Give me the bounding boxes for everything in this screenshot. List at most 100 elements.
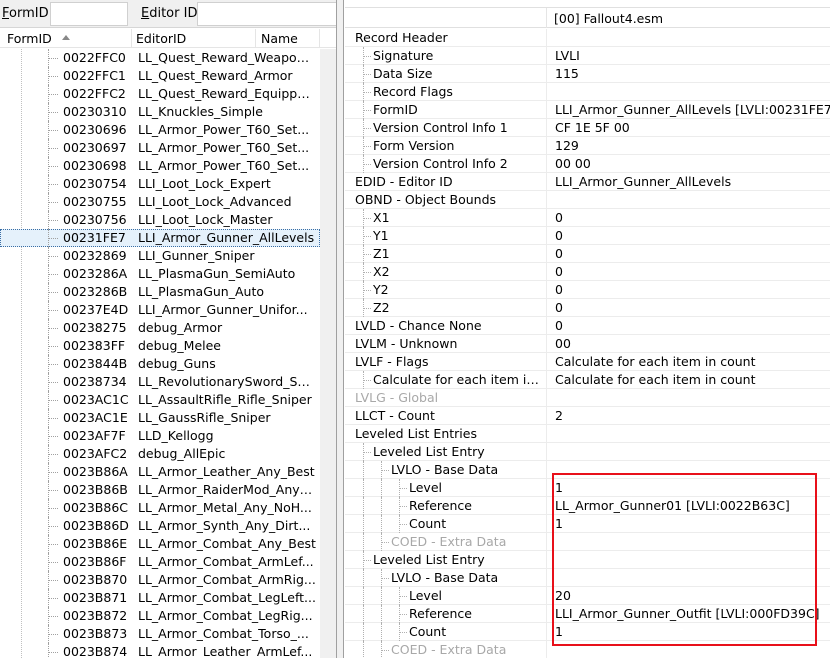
- detail-row[interactable]: COED - Extra Data: [345, 641, 830, 658]
- detail-row[interactable]: LVLF - Flags Calculate for each item in c…: [345, 353, 830, 371]
- detail-row[interactable]: Record Flags: [345, 83, 830, 101]
- detail-row[interactable]: FormID LLI_Armor_Gunner_AllLevels [LVLI:0…: [345, 101, 830, 119]
- record-row[interactable]: 00230698 LL_Armor_Power_T60_Set...: [0, 157, 320, 175]
- record-row[interactable]: 00230697 LL_Armor_Power_T60_Set...: [0, 139, 320, 157]
- record-row[interactable]: 0023B86B LL_Armor_RaiderMod_Any_...: [0, 481, 320, 499]
- record-row[interactable]: 0022FFC2 LL_Quest_Reward_Equippable: [0, 85, 320, 103]
- detail-value[interactable]: 20: [555, 588, 571, 603]
- column-formid[interactable]: FormID: [7, 31, 52, 46]
- record-row[interactable]: 0023B873 LL_Armor_Combat_Torso_...: [0, 625, 320, 643]
- record-row[interactable]: 0023844B debug_Guns: [0, 355, 320, 373]
- detail-value[interactable]: 0: [555, 246, 563, 261]
- detail-value[interactable]: 1: [555, 624, 563, 639]
- record-row[interactable]: 00230755 LLI_Loot_Lock_Advanced: [0, 193, 320, 211]
- detail-value[interactable]: 00: [555, 336, 571, 351]
- detail-row[interactable]: Level 20: [345, 587, 830, 605]
- record-row[interactable]: 00231FE7 LLI_Armor_Gunner_AllLevels: [0, 229, 320, 247]
- detail-row[interactable]: Count 1: [345, 623, 830, 641]
- record-row[interactable]: 0023B871 LL_Armor_Combat_LegLeft...: [0, 589, 320, 607]
- detail-value[interactable]: Calculate for each item in count: [555, 354, 755, 369]
- record-row[interactable]: 0022FFC0 LL_Quest_Reward_Weapon...: [0, 49, 320, 67]
- detail-value[interactable]: 0: [555, 282, 563, 297]
- record-row[interactable]: 0023B86F LL_Armor_Combat_ArmLef...: [0, 553, 320, 571]
- record-row[interactable]: 00230754 LLI_Loot_Lock_Expert: [0, 175, 320, 193]
- detail-row[interactable]: Version Control Info 1 CF 1E 5F 00: [345, 119, 830, 137]
- detail-row[interactable]: LLCT - Count 2: [345, 407, 830, 425]
- record-row[interactable]: 0023286A LL_PlasmaGun_SemiAuto: [0, 265, 320, 283]
- detail-row[interactable]: Level 1: [345, 479, 830, 497]
- detail-row[interactable]: Reference LL_Armor_Gunner01 [LVLI:0022B63…: [345, 497, 830, 515]
- pane-splitter[interactable]: [337, 0, 344, 658]
- record-row[interactable]: 0023B872 LL_Armor_Combat_LegRig...: [0, 607, 320, 625]
- record-row[interactable]: 00238734 LL_RevolutionarySword_Sh...: [0, 373, 320, 391]
- column-name[interactable]: Name: [261, 31, 298, 46]
- record-row[interactable]: 00230310 LL_Knuckles_Simple: [0, 103, 320, 121]
- detail-row[interactable]: LVLD - Chance None 0: [345, 317, 830, 335]
- detail-row[interactable]: Leveled List Entry: [345, 443, 830, 461]
- detail-row[interactable]: X2 0: [345, 263, 830, 281]
- record-row[interactable]: 0023B86E LL_Armor_Combat_Any_Best: [0, 535, 320, 553]
- editorid-filter-input[interactable]: [197, 2, 336, 26]
- detail-row[interactable]: Data Size 115: [345, 65, 830, 83]
- detail-value[interactable]: 0: [555, 228, 563, 243]
- detail-row[interactable]: Y2 0: [345, 281, 830, 299]
- detail-row[interactable]: OBND - Object Bounds: [345, 191, 830, 209]
- record-row[interactable]: 00238275 debug_Armor: [0, 319, 320, 337]
- detail-value[interactable]: LL_Armor_Gunner01 [LVLI:0022B63C]: [555, 498, 790, 513]
- detail-value[interactable]: LLI_Armor_Gunner_Outfit [LVLI:000FD39C]: [555, 606, 820, 621]
- record-row[interactable]: 00230696 LL_Armor_Power_T60_Set...: [0, 121, 320, 139]
- detail-value[interactable]: 0: [555, 300, 563, 315]
- detail-row[interactable]: LVLO - Base Data: [345, 461, 830, 479]
- detail-row[interactable]: Leveled List Entries: [345, 425, 830, 443]
- detail-value[interactable]: 2: [555, 408, 563, 423]
- detail-row[interactable]: COED - Extra Data: [345, 533, 830, 551]
- detail-row[interactable]: Form Version 129: [345, 137, 830, 155]
- detail-row[interactable]: Version Control Info 2 00 00: [345, 155, 830, 173]
- detail-value[interactable]: 00 00: [555, 156, 591, 171]
- record-row[interactable]: 002383FF debug_Melee: [0, 337, 320, 355]
- formid-filter-input[interactable]: [50, 2, 128, 26]
- detail-row[interactable]: Z1 0: [345, 245, 830, 263]
- record-row[interactable]: 00232869 LLI_Gunner_Sniper: [0, 247, 320, 265]
- record-list-scrollbar[interactable]: [320, 49, 336, 658]
- detail-row[interactable]: Calculate for each item in ... Calculate …: [345, 371, 830, 389]
- detail-value[interactable]: LVLI: [555, 48, 580, 63]
- record-row[interactable]: 0022FFC1 LL_Quest_Reward_Armor: [0, 67, 320, 85]
- record-row[interactable]: 0023AF7F LLD_Kellogg: [0, 427, 320, 445]
- record-row[interactable]: 0023B874 LL_Armor_Leather_ArmLef...: [0, 643, 320, 658]
- record-row[interactable]: 00230756 LLI_Loot_Lock_Master: [0, 211, 320, 229]
- detail-row[interactable]: Reference LLI_Armor_Gunner_Outfit [LVLI:0…: [345, 605, 830, 623]
- detail-value[interactable]: Calculate for each item in count: [555, 372, 755, 387]
- record-row[interactable]: 0023286B LL_PlasmaGun_Auto: [0, 283, 320, 301]
- detail-value[interactable]: 129: [555, 138, 579, 153]
- detail-value[interactable]: 1: [555, 480, 563, 495]
- detail-value[interactable]: 0: [555, 210, 563, 225]
- detail-row[interactable]: Signature LVLI: [345, 47, 830, 65]
- record-row[interactable]: 0023B86C LL_Armor_Metal_Any_NoH...: [0, 499, 320, 517]
- detail-row[interactable]: EDID - Editor ID LLI_Armor_Gunner_AllLeve…: [345, 173, 830, 191]
- record-row[interactable]: 0023B86D LL_Armor_Synth_Any_Dirt...: [0, 517, 320, 535]
- record-row[interactable]: 0023AFC2 debug_AllEpic: [0, 445, 320, 463]
- detail-row[interactable]: Count 1: [345, 515, 830, 533]
- detail-row[interactable]: Leveled List Entry: [345, 551, 830, 569]
- detail-row[interactable]: LVLO - Base Data: [345, 569, 830, 587]
- detail-row[interactable]: Z2 0: [345, 299, 830, 317]
- detail-value[interactable]: CF 1E 5F 00: [555, 120, 630, 135]
- detail-row[interactable]: Y1 0: [345, 227, 830, 245]
- detail-row[interactable]: LVLG - Global: [345, 389, 830, 407]
- record-row[interactable]: 0023B870 LL_Armor_Combat_ArmRig...: [0, 571, 320, 589]
- detail-row[interactable]: LVLM - Unknown 00: [345, 335, 830, 353]
- column-editorid[interactable]: EditorID: [136, 31, 186, 46]
- detail-value[interactable]: LLI_Armor_Gunner_AllLevels [LVLI:00231FE…: [555, 102, 830, 117]
- detail-value[interactable]: LLI_Armor_Gunner_AllLevels: [555, 174, 731, 189]
- detail-value[interactable]: 0: [555, 264, 563, 279]
- detail-row[interactable]: X1 0: [345, 209, 830, 227]
- detail-value[interactable]: 115: [555, 66, 579, 81]
- record-row[interactable]: 0023B86A LL_Armor_Leather_Any_Best: [0, 463, 320, 481]
- record-row[interactable]: 0023AC1C LL_AssaultRifle_Rifle_Sniper: [0, 391, 320, 409]
- record-row[interactable]: 0023AC1E LL_GaussRifle_Sniper: [0, 409, 320, 427]
- detail-value[interactable]: 0: [555, 318, 563, 333]
- detail-value[interactable]: 1: [555, 516, 563, 531]
- detail-row[interactable]: Record Header: [345, 29, 830, 47]
- record-row[interactable]: 00237E4D LLI_Armor_Gunner_Unifor...: [0, 301, 320, 319]
